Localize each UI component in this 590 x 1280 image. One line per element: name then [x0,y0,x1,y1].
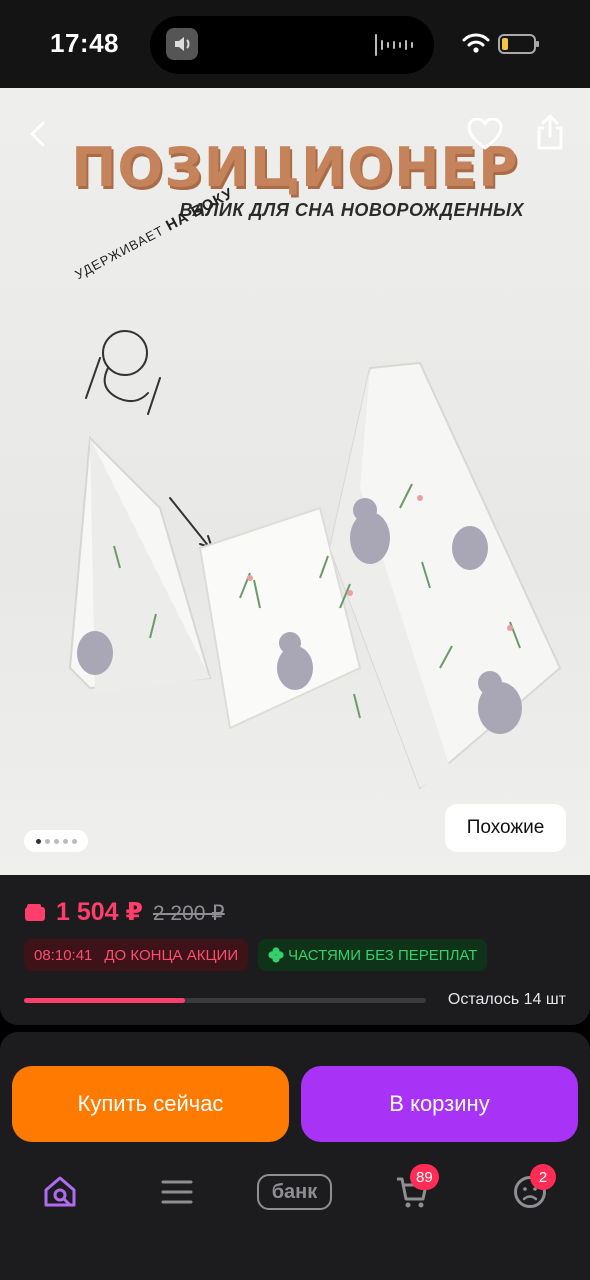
price-panel: 1 504 ₽ 2 200 ₽ 08:10:41 ДО КОНЦА АКЦИИ … [0,875,590,1025]
audio-wave-icon [375,34,413,56]
promo-timer-chip[interactable]: 08:10:41 ДО КОНЦА АКЦИИ [24,939,249,971]
product-banner-subtitle: ВАЛИК ДЛЯ СНА НОВОРОЖДЕННЫХ [179,200,524,220]
profile-badge: 2 [530,1164,556,1190]
gallery-dot [35,838,41,844]
promo-timer: 08:10:41 [34,946,93,964]
stock-progress [24,998,426,1003]
tab-profile[interactable]: 2 [500,1162,560,1222]
gallery-dot [44,838,50,844]
tab-bar: банк 89 2 [0,1162,590,1222]
status-time: 17:48 [50,28,119,58]
gallery-pagination [24,830,88,852]
clover-icon [268,947,284,963]
gallery-dot [62,838,68,844]
tab-catalog[interactable] [147,1162,207,1222]
add-to-cart-button[interactable]: В корзину [301,1066,578,1142]
old-price: 2 200 ₽ [152,902,225,925]
cart-badge: 89 [410,1164,439,1190]
gallery-dot [71,838,77,844]
similar-button[interactable]: Похожие [445,804,566,852]
tab-home[interactable] [30,1162,90,1222]
product-gallery[interactable]: ПОЗИЦИОНЕР ВАЛИК ДЛЯ СНА НОВОРОЖДЕННЫХ У… [0,88,590,875]
promo-timer-label: ДО КОНЦА АКЦИИ [104,946,239,964]
stock-remaining: Осталось 14 шт [447,991,566,1008]
favorite-button[interactable] [465,114,505,154]
status-bar: 17:48 [0,0,590,88]
bottom-actions: Купить сейчас В корзину банк 89 2 [0,1032,590,1280]
bank-logo: банк [271,1180,318,1203]
back-button[interactable] [18,114,58,154]
share-icon [537,114,563,150]
heart-icon [467,118,503,150]
product-image [68,330,562,790]
wifi-icon [462,33,490,53]
gallery-dot [53,838,59,844]
speaker-icon [166,28,198,60]
installments-label: ЧАСТЯМИ БЕЗ ПЕРЕПЛАТ [288,946,478,964]
tab-bank[interactable]: банк [257,1174,332,1210]
dynamic-island [150,16,434,74]
current-price: 1 504 ₽ [56,898,143,926]
installments-chip[interactable]: ЧАСТЯМИ БЕЗ ПЕРЕПЛАТ [258,939,488,971]
battery-icon [498,34,539,54]
tab-cart[interactable]: 89 [382,1162,442,1222]
promo-chips: 08:10:41 ДО КОНЦА АКЦИИ ЧАСТЯМИ БЕЗ ПЕРЕ… [24,939,488,971]
stock-progress-fill [24,998,185,1003]
menu-icon [161,1180,193,1204]
price-row: 1 504 ₽ 2 200 ₽ [24,897,225,927]
home-search-icon [44,1176,76,1207]
wallet-icon [25,904,45,921]
chevron-left-icon [30,121,45,147]
buy-now-button[interactable]: Купить сейчас [12,1066,289,1142]
share-button[interactable] [530,112,570,152]
